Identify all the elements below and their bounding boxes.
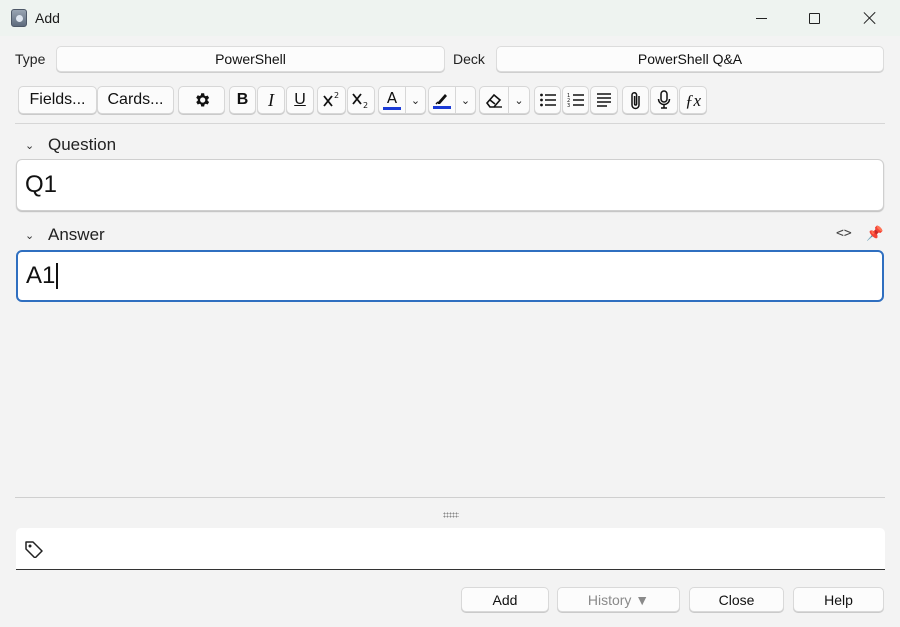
- close-button[interactable]: Close: [689, 587, 784, 612]
- function-icon: ƒx: [684, 90, 702, 110]
- text-color-swatch: [383, 106, 401, 110]
- align-icon: [597, 93, 611, 107]
- collapse-chevron-icon[interactable]: ⌄: [25, 139, 34, 152]
- svg-text:3: 3: [567, 103, 570, 108]
- editor-splitter[interactable]: [15, 497, 885, 498]
- underline-button[interactable]: U: [286, 86, 314, 114]
- text-color-dropdown[interactable]: ⌄: [405, 86, 426, 114]
- text-color-icon: A: [383, 88, 401, 110]
- bullet-list-icon: [539, 93, 556, 107]
- microphone-icon: [657, 90, 671, 109]
- attach-button[interactable]: [622, 86, 649, 114]
- record-audio-button[interactable]: [650, 86, 678, 114]
- gear-icon: [195, 93, 209, 107]
- chevron-down-icon: ⌄: [460, 93, 471, 107]
- question-field-editor[interactable]: Q1: [16, 159, 884, 211]
- subscript-icon: 2: [352, 93, 368, 109]
- svg-text:2: 2: [363, 101, 368, 109]
- text-color-button[interactable]: A: [378, 86, 406, 114]
- numbered-list-icon: 123: [567, 93, 584, 108]
- question-field-text: Q1: [25, 171, 58, 198]
- options-button[interactable]: [178, 86, 225, 114]
- superscript-button[interactable]: 2: [317, 86, 346, 114]
- fields-button[interactable]: Fields...: [18, 86, 97, 114]
- deck-selector[interactable]: PowerShell Q&A: [496, 46, 884, 72]
- italic-icon: I: [268, 90, 274, 110]
- mathjax-button[interactable]: ƒx: [679, 86, 707, 114]
- html-editor-toggle-icon[interactable]: <>: [836, 226, 852, 241]
- toolbar-divider: [15, 123, 885, 124]
- bullet-list-button[interactable]: [534, 86, 561, 114]
- note-type-selector[interactable]: PowerShell: [56, 46, 445, 72]
- chevron-down-icon: ⌄: [410, 93, 421, 107]
- minimize-button[interactable]: [738, 0, 784, 36]
- bold-icon: B: [236, 91, 249, 108]
- highlight-icon: [433, 91, 451, 109]
- answer-field-label: Answer: [48, 225, 105, 244]
- question-field-label: Question: [48, 135, 117, 154]
- bold-button[interactable]: B: [229, 86, 256, 114]
- sticky-pin-icon[interactable]: 📌: [866, 226, 883, 242]
- eraser-icon: [485, 93, 502, 108]
- collapse-chevron-icon[interactable]: ⌄: [25, 229, 34, 242]
- close-icon: [863, 11, 877, 25]
- anki-app-icon: [11, 9, 27, 27]
- fields-button-label: Fields...: [29, 91, 86, 108]
- title-bar: Add: [0, 0, 900, 36]
- alignment-button[interactable]: [590, 86, 618, 114]
- paperclip-icon: [630, 91, 640, 110]
- tags-editor[interactable]: [16, 528, 885, 570]
- help-button[interactable]: Help: [793, 587, 884, 612]
- tag-icon: [25, 541, 43, 558]
- cards-button-label: Cards...: [107, 91, 164, 108]
- type-label: Type: [15, 51, 46, 67]
- subscript-button[interactable]: 2: [347, 86, 375, 114]
- answer-field-text: A1: [26, 262, 56, 289]
- highlight-button[interactable]: [428, 86, 456, 114]
- highlighter-glyph: [435, 94, 447, 105]
- maximize-icon: [808, 12, 820, 24]
- italic-button[interactable]: I: [257, 86, 285, 114]
- svg-text:2: 2: [334, 91, 339, 100]
- minimize-icon: [755, 17, 767, 19]
- clear-format-dropdown[interactable]: ⌄: [508, 86, 530, 114]
- history-button[interactable]: History ▼: [557, 587, 680, 612]
- maximize-button[interactable]: [791, 0, 837, 36]
- underline-icon: U: [294, 91, 306, 108]
- highlight-color-swatch: [433, 106, 451, 109]
- text-caret: [56, 263, 58, 289]
- deck-label: Deck: [453, 51, 485, 67]
- cards-button[interactable]: Cards...: [97, 86, 174, 114]
- close-window-button[interactable]: [847, 0, 893, 36]
- clear-format-button[interactable]: [479, 86, 509, 114]
- highlight-dropdown[interactable]: ⌄: [455, 86, 476, 114]
- superscript-icon: 2: [322, 91, 339, 107]
- numbered-list-button[interactable]: 123: [562, 86, 589, 114]
- answer-field-editor[interactable]: A1: [16, 250, 884, 302]
- splitter-grip-icon[interactable]: [443, 512, 459, 518]
- text-color-glyph: A: [386, 88, 398, 107]
- window-title: Add: [35, 10, 60, 26]
- add-button[interactable]: Add: [461, 587, 549, 612]
- chevron-down-icon: ⌄: [514, 93, 524, 107]
